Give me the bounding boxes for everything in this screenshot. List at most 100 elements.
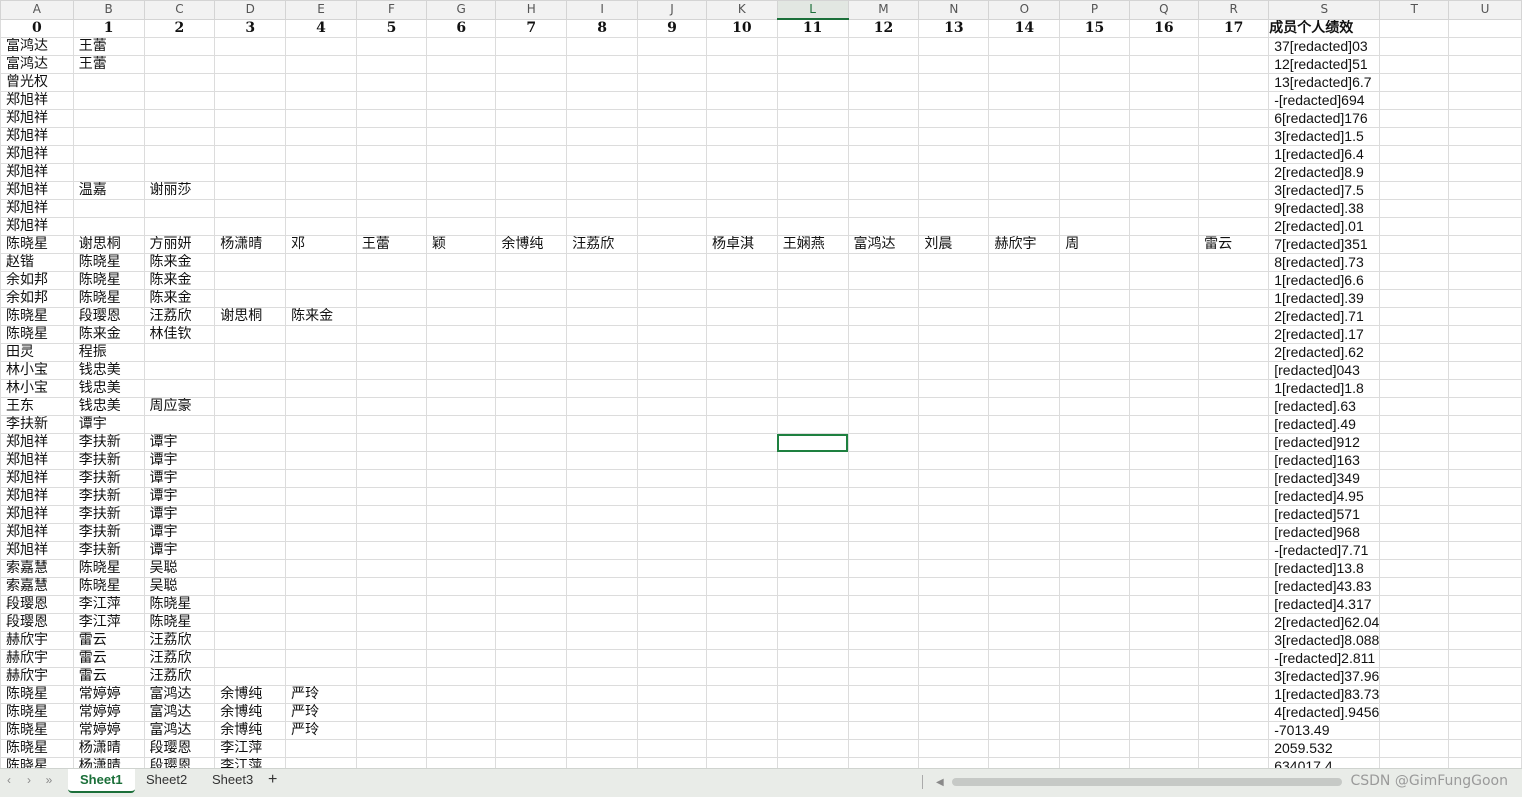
cell[interactable] xyxy=(1198,433,1270,452)
cell[interactable] xyxy=(918,253,990,272)
cell[interactable] xyxy=(1379,667,1450,686)
cell[interactable] xyxy=(988,685,1061,704)
column-header-B[interactable]: B xyxy=(72,0,145,20)
cell[interactable] xyxy=(495,199,568,218)
header-cell[interactable]: 6 xyxy=(425,18,497,38)
cell[interactable] xyxy=(1448,127,1522,146)
cell[interactable] xyxy=(637,127,707,146)
cell[interactable] xyxy=(776,361,849,380)
cell[interactable] xyxy=(1198,253,1270,272)
cell[interactable] xyxy=(847,631,920,650)
cell[interactable] xyxy=(1059,613,1130,632)
cell[interactable] xyxy=(355,73,428,92)
cell[interactable] xyxy=(705,487,778,506)
cell[interactable] xyxy=(355,55,428,74)
cell[interactable]: 郑旭祥 xyxy=(0,181,74,200)
cell[interactable] xyxy=(566,541,638,560)
cell[interactable] xyxy=(776,37,849,56)
cell[interactable] xyxy=(1128,721,1200,740)
cell[interactable] xyxy=(988,721,1061,740)
cell[interactable] xyxy=(1128,271,1200,290)
cell[interactable] xyxy=(1198,127,1270,146)
cell[interactable] xyxy=(285,145,357,164)
cell[interactable]: 谭宇 xyxy=(143,451,216,470)
cell[interactable]: 汪荔欣 xyxy=(143,649,216,668)
cell[interactable] xyxy=(1198,757,1270,768)
cell[interactable]: 方丽妍 xyxy=(143,235,216,254)
cell[interactable] xyxy=(214,667,287,686)
cell[interactable] xyxy=(566,289,638,308)
header-cell[interactable]: 5 xyxy=(355,18,428,38)
cell[interactable] xyxy=(214,379,287,398)
cell[interactable]: 陈晓星 xyxy=(72,559,145,578)
cell[interactable] xyxy=(1448,541,1522,560)
cell[interactable] xyxy=(566,199,638,218)
cell[interactable] xyxy=(143,379,216,398)
cell[interactable] xyxy=(847,415,920,434)
cell[interactable]: 雷云 xyxy=(1198,235,1270,254)
cell[interactable] xyxy=(847,307,920,326)
cell[interactable] xyxy=(1379,253,1450,272)
column-header-L[interactable]: L xyxy=(776,0,849,20)
cell[interactable] xyxy=(1059,217,1130,236)
cell[interactable] xyxy=(1059,37,1130,56)
cell[interactable] xyxy=(1128,307,1200,326)
cell[interactable] xyxy=(566,595,638,614)
cell[interactable] xyxy=(705,505,778,524)
cell[interactable] xyxy=(847,613,920,632)
cell[interactable] xyxy=(566,703,638,722)
cell[interactable] xyxy=(1448,37,1522,56)
cell[interactable] xyxy=(214,361,287,380)
cell[interactable] xyxy=(637,721,707,740)
cell[interactable] xyxy=(705,109,778,128)
column-header-D[interactable]: D xyxy=(214,0,287,20)
cell[interactable] xyxy=(1448,379,1522,398)
cell[interactable] xyxy=(1059,289,1130,308)
cell[interactable]: 钱忠美 xyxy=(72,397,145,416)
cell[interactable] xyxy=(495,433,568,452)
cell[interactable] xyxy=(355,127,428,146)
cell[interactable] xyxy=(495,73,568,92)
cell[interactable] xyxy=(1379,649,1450,668)
cell[interactable] xyxy=(1128,631,1200,650)
cell[interactable] xyxy=(637,559,707,578)
cell[interactable] xyxy=(1379,325,1450,344)
cell[interactable] xyxy=(988,451,1061,470)
cell[interactable] xyxy=(1198,73,1270,92)
cell[interactable]: 李江萍 xyxy=(214,739,287,758)
cell[interactable] xyxy=(566,37,638,56)
cell[interactable] xyxy=(918,703,990,722)
cell[interactable] xyxy=(1198,379,1270,398)
cell[interactable] xyxy=(847,181,920,200)
cell[interactable] xyxy=(705,253,778,272)
header-cell[interactable]: 3 xyxy=(214,18,287,38)
cell[interactable] xyxy=(1128,505,1200,524)
cell[interactable] xyxy=(214,145,287,164)
cell[interactable]: 刘晨 xyxy=(918,235,990,254)
cell[interactable] xyxy=(776,199,849,218)
cell[interactable] xyxy=(1059,469,1130,488)
cell[interactable] xyxy=(1059,163,1130,182)
cell[interactable] xyxy=(637,343,707,362)
cell[interactable] xyxy=(566,631,638,650)
cell[interactable]: 陈晓星 xyxy=(0,307,74,326)
cell[interactable]: 索嘉慧 xyxy=(0,559,74,578)
cell[interactable] xyxy=(355,289,428,308)
cell[interactable] xyxy=(1059,595,1130,614)
cell[interactable]: 富鸿达 xyxy=(143,703,216,722)
cell[interactable] xyxy=(495,613,568,632)
cell[interactable] xyxy=(214,181,287,200)
cell[interactable] xyxy=(1059,667,1130,686)
tab-sheet1[interactable]: Sheet1 xyxy=(68,769,135,793)
cell[interactable] xyxy=(988,289,1061,308)
cell[interactable]: 林佳钦 xyxy=(143,325,216,344)
cell[interactable] xyxy=(285,667,357,686)
cell[interactable] xyxy=(495,109,568,128)
cell[interactable] xyxy=(1128,757,1200,768)
cell[interactable] xyxy=(495,271,568,290)
cell[interactable] xyxy=(776,73,849,92)
cell[interactable]: 谢思桐 xyxy=(214,307,287,326)
cell[interactable] xyxy=(495,487,568,506)
cell[interactable]: 余博纯 xyxy=(214,721,287,740)
cell[interactable]: 段璎恩 xyxy=(0,613,74,632)
